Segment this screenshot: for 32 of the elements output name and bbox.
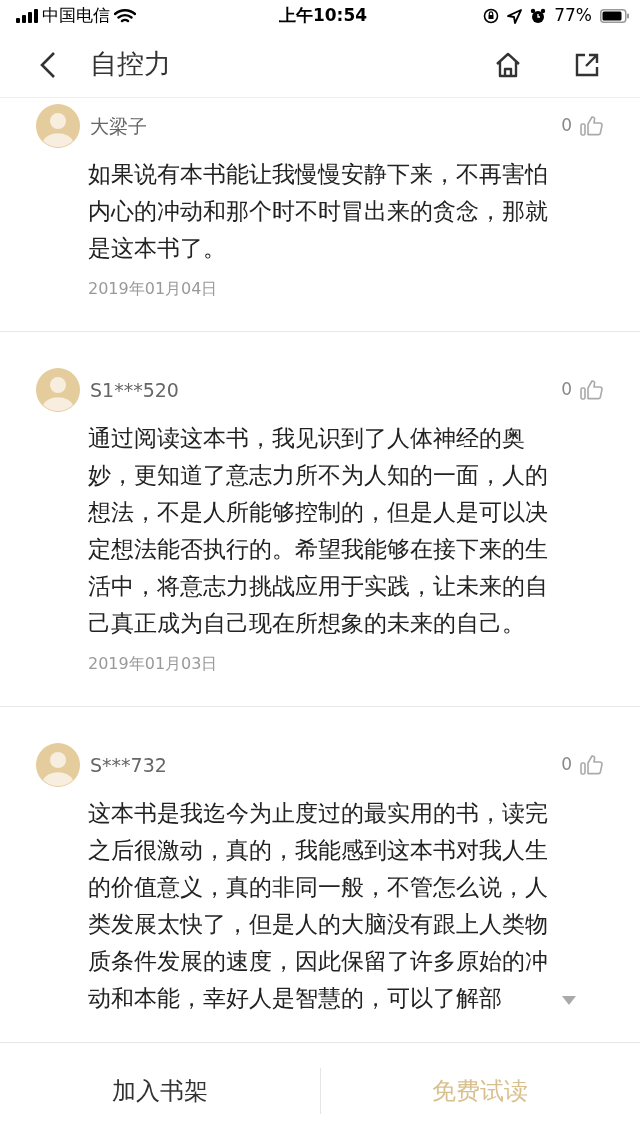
wifi-icon — [114, 8, 136, 24]
username: S1***520 — [90, 377, 180, 403]
comment-text: 这本书是我迄今为止度过的最实用的书，读完之后很激动，真的，我能感到这本书对我人生的价值意义，真的非同一般，不管怎么说，人类发展太快了，但是人的大脑没有跟上人类物质条件发展的速度，因此保留了许多原始的冲动和本能，幸好人是智慧的，可以了解部 — [88, 799, 549, 1013]
battery-icon — [600, 9, 630, 23]
comment-date: 2019年01月04日 — [88, 278, 219, 300]
home-icon[interactable] — [494, 50, 522, 79]
status-time: 上午10:54 — [277, 4, 369, 28]
avatar-icon — [36, 368, 80, 412]
avatar-icon — [36, 104, 80, 148]
alarm-icon — [530, 8, 547, 24]
like-count: 0 — [561, 378, 572, 402]
add-to-shelf-button[interactable]: 加入书架 — [0, 1043, 320, 1138]
username: 大梁子 — [90, 113, 148, 139]
like-count: 0 — [561, 114, 572, 138]
avatar-icon — [36, 743, 80, 787]
signal-icon — [16, 9, 38, 23]
page-title: 自控力 — [90, 47, 172, 82]
thumbs-up-icon[interactable] — [580, 379, 604, 401]
rotation-lock-icon — [483, 8, 500, 24]
back-icon[interactable] — [40, 50, 56, 79]
username: S***732 — [90, 752, 168, 778]
comment-text: 如果说有本书能让我慢慢安静下来，不再害怕内心的冲动和那个时不时冒出来的贪念，那就是这本书了。 — [88, 160, 549, 263]
comment-text: 通过阅读这本书，我见识到了人体神经的奥妙，更知道了意志力所不为人知的一面，人的想法，不是人所能够控制的，但是人是可以决定想法能否执行的。希望我能够在接下来的生活中，将意志力挑战应用于实践，让未来的自己真正成为自己现在所想象的未来的自己。 — [88, 424, 549, 638]
carrier-name: 中国电信 — [42, 4, 110, 28]
battery-percent: 77% — [554, 4, 592, 28]
share-icon[interactable] — [574, 51, 600, 78]
thumbs-up-icon[interactable] — [580, 754, 604, 776]
caret-icon[interactable] — [562, 996, 576, 1005]
comment-date: 2019年01月03日 — [88, 653, 219, 675]
location-icon — [507, 8, 523, 24]
thumbs-up-icon[interactable] — [580, 115, 604, 137]
like-count: 0 — [561, 753, 572, 777]
